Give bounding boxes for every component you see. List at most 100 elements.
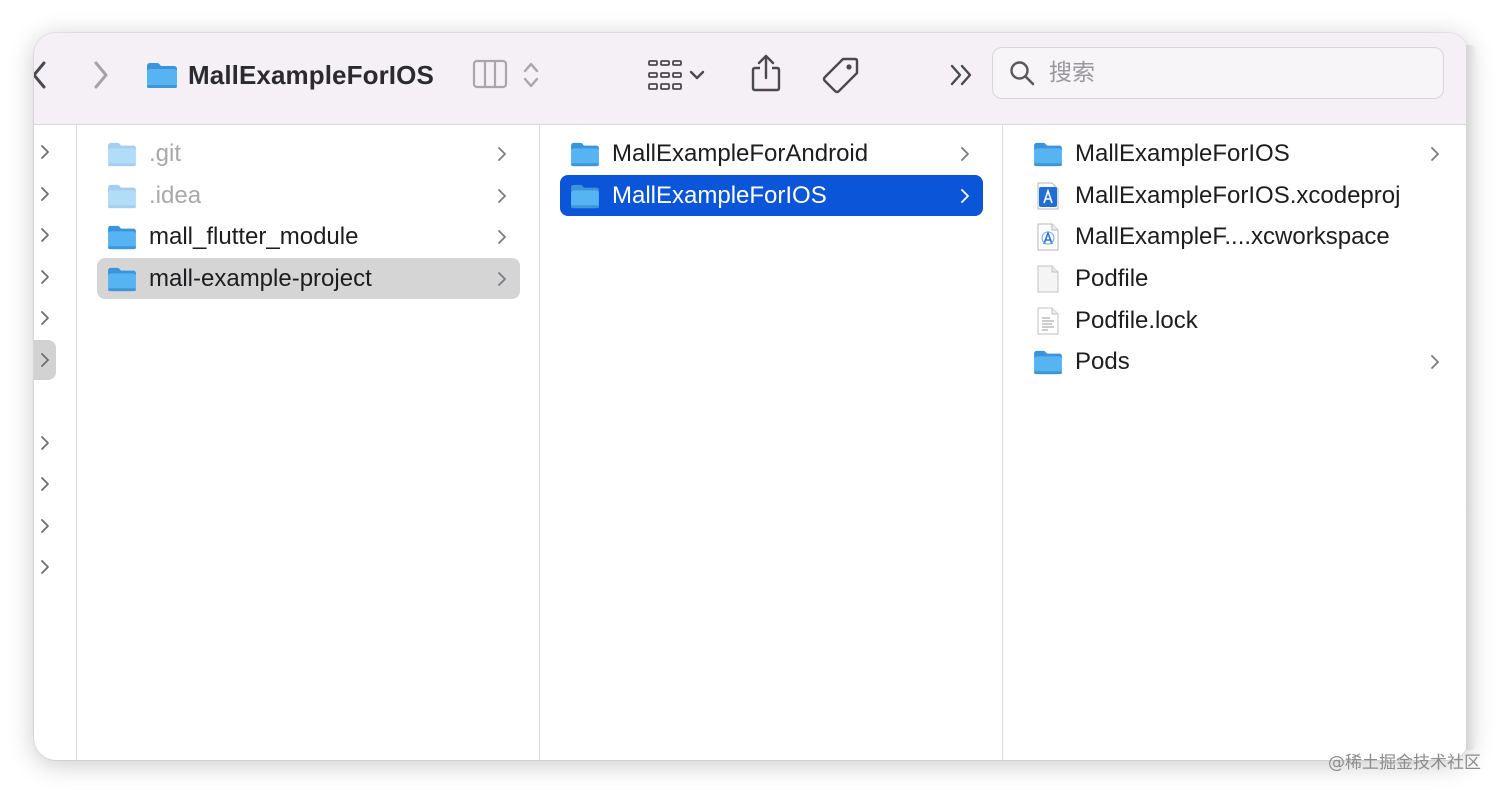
folder-row[interactable]: .git <box>97 133 520 174</box>
folder-row[interactable]: mall-example-project <box>97 258 520 299</box>
item-label: MallExampleForIOS.xcodeproj <box>1075 181 1401 209</box>
disclosure-chevron <box>492 146 512 162</box>
item-label: .git <box>149 139 182 167</box>
chevron-right-icon <box>41 353 49 367</box>
window-title: MallExampleForIOS <box>188 59 434 90</box>
folder-icon <box>1033 139 1063 169</box>
folder-row[interactable]: Pods <box>1023 341 1453 382</box>
parent-column-row[interactable] <box>34 423 56 463</box>
item-label: Pods <box>1075 347 1130 375</box>
back-button[interactable] <box>34 55 54 95</box>
parent-column-row[interactable] <box>34 547 56 587</box>
columns-icon <box>472 59 508 89</box>
file-row[interactable]: Podfile.lock <box>1023 300 1453 341</box>
parent-column-row[interactable] <box>34 215 56 255</box>
parent-column-row[interactable] <box>34 132 56 172</box>
folder-icon <box>107 139 137 169</box>
folder-icon <box>147 63 177 88</box>
item-label: MallExampleForIOS <box>612 181 827 209</box>
finder-window: MallExampleForIOS 搜索 .git .idea mall_flu… <box>34 33 1469 760</box>
chevron-right-icon <box>1431 354 1439 369</box>
toolbar: MallExampleForIOS <box>34 33 1469 125</box>
disclosure-chevron <box>492 229 512 245</box>
item-label: .idea <box>149 181 202 209</box>
parent-column-stub[interactable] <box>34 124 77 760</box>
folder-row[interactable]: MallExampleForAndroid <box>560 133 983 174</box>
item-label: MallExampleForAndroid <box>612 139 869 167</box>
chevron-right-icon <box>41 519 49 533</box>
folder-icon <box>107 264 137 294</box>
search-field[interactable] <box>992 47 1444 99</box>
folder-icon <box>107 181 137 211</box>
folder-row[interactable]: MallExampleForIOS <box>560 175 983 216</box>
chevron-right-icon <box>41 145 49 159</box>
chevron-right-icon <box>498 229 506 244</box>
disclosure-chevron <box>955 146 975 162</box>
xcodeproj-icon <box>1033 181 1063 211</box>
item-label: Podfile.lock <box>1075 306 1198 334</box>
chevron-right-icon <box>498 146 506 161</box>
chevron-right-icon <box>41 228 49 242</box>
search-input[interactable] <box>1047 59 1411 87</box>
text-file-icon <box>1033 306 1063 336</box>
chevron-up-down-icon <box>523 62 539 88</box>
chevron-right-icon <box>94 61 108 89</box>
chevron-down-icon <box>689 70 705 80</box>
watermark: @稀土掘金技术社区 <box>1328 753 1481 773</box>
item-label: MallExampleForIOS <box>1075 139 1290 167</box>
folder-icon <box>1033 347 1063 377</box>
grid-icon <box>648 60 682 90</box>
chevron-right-icon <box>41 436 49 450</box>
share-icon <box>751 54 781 92</box>
window-edge <box>1466 45 1476 750</box>
xcworkspace-icon <box>1033 222 1063 252</box>
folder-icon <box>570 139 600 169</box>
toolbar-overflow-button[interactable] <box>944 57 980 93</box>
parent-column-row[interactable] <box>34 506 56 546</box>
view-options-stepper[interactable] <box>518 55 544 95</box>
tag-icon <box>822 57 859 94</box>
disclosure-chevron <box>492 188 512 204</box>
folder-icon <box>570 181 600 211</box>
chevron-left-icon <box>34 61 46 89</box>
folder-icon <box>107 222 137 252</box>
parent-column-row[interactable] <box>34 174 56 214</box>
tag-button[interactable] <box>819 53 863 97</box>
chevron-right-icon <box>1431 146 1439 161</box>
chevron-right-icon <box>961 188 969 203</box>
column-view-button[interactable] <box>470 57 510 91</box>
double-chevron-right-icon <box>950 64 972 86</box>
chevron-right-icon <box>41 477 49 491</box>
chevron-right-icon <box>41 560 49 574</box>
search-icon <box>1010 61 1035 86</box>
item-label: MallExampleF....xcworkspace <box>1075 222 1390 250</box>
disclosure-chevron <box>492 271 512 287</box>
folder-row[interactable]: MallExampleForIOS <box>1023 133 1453 174</box>
share-button[interactable] <box>744 50 788 96</box>
column-mall-example-project[interactable]: MallExampleForAndroid MallExampleForIOS <box>540 124 1003 760</box>
file-row[interactable]: MallExampleForIOS.xcodeproj <box>1023 175 1453 216</box>
parent-column-row[interactable] <box>34 340 56 380</box>
forward-button[interactable] <box>86 55 116 95</box>
column-project-root[interactable]: .git .idea mall_flutter_module mall-example… <box>77 124 540 760</box>
group-button[interactable] <box>640 55 712 95</box>
item-label: mall-example-project <box>149 264 372 292</box>
disclosure-chevron <box>955 188 975 204</box>
parent-column-row[interactable] <box>34 381 56 421</box>
chevron-right-icon <box>41 270 49 284</box>
chevron-right-icon <box>498 271 506 286</box>
column-browser: .git .idea mall_flutter_module mall-example… <box>34 124 1469 760</box>
parent-column-row[interactable] <box>34 257 56 297</box>
parent-column-row[interactable] <box>34 298 56 338</box>
file-row[interactable]: MallExampleF....xcworkspace <box>1023 216 1453 257</box>
column-mallexampleforios[interactable]: MallExampleForIOS MallExampleForIOS.xcode… <box>1003 124 1469 760</box>
file-row[interactable]: Podfile <box>1023 258 1453 299</box>
chevron-right-icon <box>41 311 49 325</box>
folder-row[interactable]: .idea <box>97 175 520 216</box>
path-title[interactable]: MallExampleForIOS <box>146 55 434 95</box>
item-label: Podfile <box>1075 264 1149 292</box>
parent-column-row[interactable] <box>34 464 56 504</box>
disclosure-chevron <box>1425 354 1445 370</box>
folder-row[interactable]: mall_flutter_module <box>97 216 520 257</box>
chevron-right-icon <box>41 187 49 201</box>
